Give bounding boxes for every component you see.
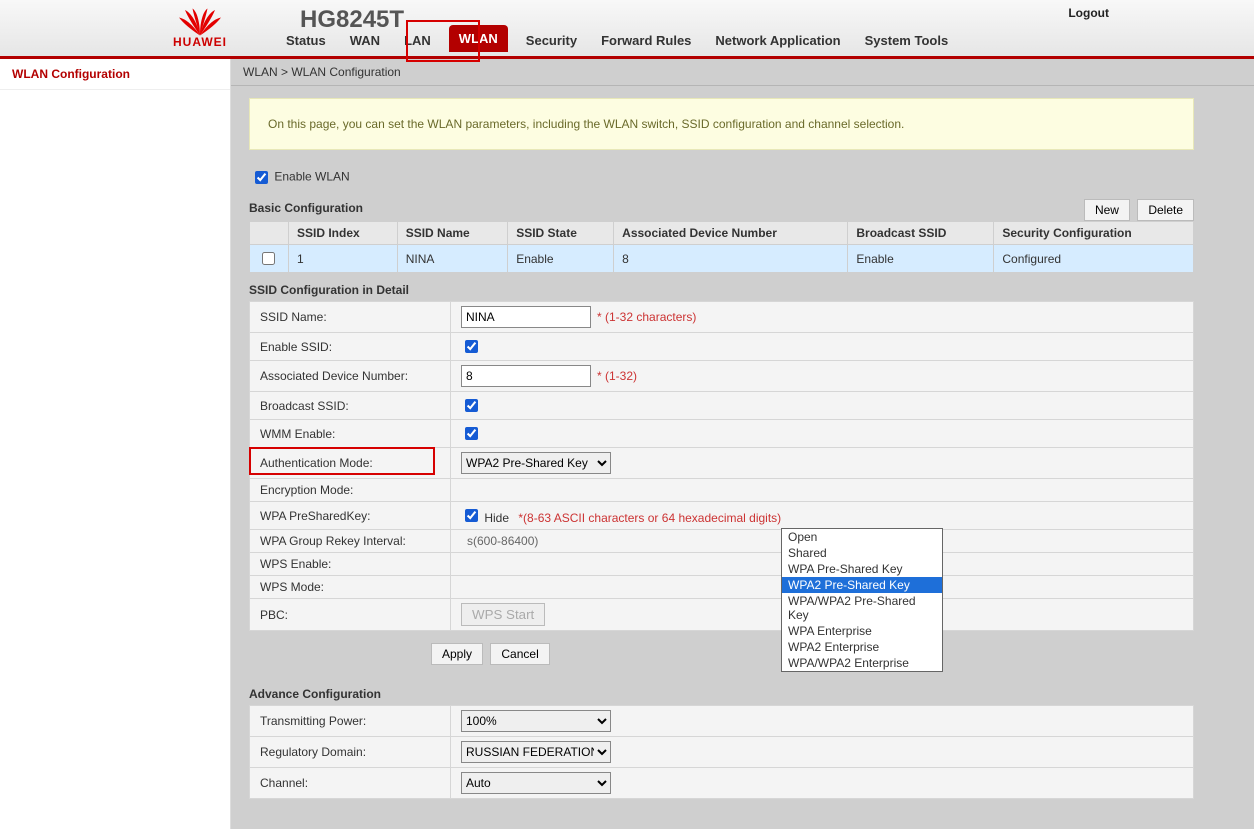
nav-wan[interactable]: WAN: [344, 29, 386, 52]
cell-idx: 1: [289, 245, 398, 273]
tx-label: Transmitting Power:: [250, 706, 451, 737]
new-button[interactable]: New: [1084, 199, 1130, 221]
col-ssid-index: SSID Index: [289, 222, 398, 245]
col-select: [250, 222, 289, 245]
wps-mode-label: WPS Mode:: [250, 576, 451, 599]
wps-enable-label: WPS Enable:: [250, 553, 451, 576]
adv-form: Transmitting Power: 100% Regulatory Doma…: [249, 705, 1194, 799]
assoc-hint: * (1-32): [597, 369, 637, 383]
auth-label: Authentication Mode:: [250, 448, 451, 479]
rekey-label: WPA Group Rekey Interval:: [250, 530, 451, 553]
adv-title: Advance Configuration: [249, 687, 1194, 701]
psk-hint: *(8-63 ASCII characters or 64 hexadecima…: [518, 511, 781, 525]
col-ssid-state: SSID State: [508, 222, 614, 245]
enable-ssid-checkbox[interactable]: [465, 340, 478, 353]
cell-assoc: 8: [614, 245, 848, 273]
main-nav: Status WAN LAN WLAN Security Forward Rul…: [280, 25, 954, 52]
brand-text: HUAWEI: [173, 35, 227, 49]
cell-name: NINA: [397, 245, 508, 273]
wps-start-button: WPS Start: [461, 603, 545, 626]
col-ssid-name: SSID Name: [397, 222, 508, 245]
tx-select[interactable]: 100%: [461, 710, 611, 732]
page-note: On this page, you can set the WLAN param…: [249, 98, 1194, 150]
auth-option-wpa-wpa2-ent[interactable]: WPA/WPA2 Enterprise: [782, 655, 942, 671]
pbc-label: PBC:: [250, 599, 451, 631]
nav-system-tools[interactable]: System Tools: [859, 29, 955, 52]
nav-security[interactable]: Security: [520, 29, 583, 52]
auth-option-wpa2-ent[interactable]: WPA2 Enterprise: [782, 639, 942, 655]
cell-state: Enable: [508, 245, 614, 273]
auth-option-wpa-psk[interactable]: WPA Pre-Shared Key: [782, 561, 942, 577]
sidebar-item-wlan-config[interactable]: WLAN Configuration: [0, 59, 230, 90]
ch-label: Channel:: [250, 768, 451, 799]
enc-label: Encryption Mode:: [250, 479, 451, 502]
delete-button[interactable]: Delete: [1137, 199, 1194, 221]
nav-status[interactable]: Status: [280, 29, 332, 52]
nav-lan[interactable]: LAN: [398, 29, 437, 52]
logout-link[interactable]: Logout: [1068, 6, 1109, 20]
cancel-button[interactable]: Cancel: [490, 643, 549, 665]
auth-option-open[interactable]: Open: [782, 529, 942, 545]
wmm-label: WMM Enable:: [250, 420, 451, 448]
detail-title: SSID Configuration in Detail: [249, 283, 1194, 297]
detail-form: SSID Name: * (1-32 characters) Enable SS…: [249, 301, 1194, 631]
ssid-name-hint: * (1-32 characters): [597, 310, 696, 324]
ssid-table: SSID Index SSID Name SSID State Associat…: [249, 221, 1194, 273]
table-row[interactable]: 1 NINA Enable 8 Enable Configured: [250, 245, 1194, 273]
psk-label: WPA PreSharedKey:: [250, 502, 451, 530]
nav-network-application[interactable]: Network Application: [709, 29, 846, 52]
basic-config-title: Basic Configuration: [249, 201, 1194, 215]
auth-option-shared[interactable]: Shared: [782, 545, 942, 561]
col-assoc-num: Associated Device Number: [614, 222, 848, 245]
enable-wlan-checkbox[interactable]: [255, 171, 268, 184]
bcast-checkbox[interactable]: [465, 399, 478, 412]
brand-logo: HUAWEI: [150, 0, 250, 56]
assoc-input[interactable]: [461, 365, 591, 387]
breadcrumb: WLAN > WLAN Configuration: [231, 59, 1254, 86]
auth-option-wpa2-psk[interactable]: WPA2 Pre-Shared Key: [782, 577, 942, 593]
ssid-name-label: SSID Name:: [250, 302, 451, 333]
sidebar: WLAN Configuration: [0, 59, 231, 829]
rekey-hint: s(600-86400): [467, 534, 538, 548]
wmm-checkbox[interactable]: [465, 427, 478, 440]
col-sec: Security Configuration: [994, 222, 1194, 245]
reg-select[interactable]: RUSSIAN FEDERATION: [461, 741, 611, 763]
auth-option-wpa-ent[interactable]: WPA Enterprise: [782, 623, 942, 639]
enable-wlan-label: Enable WLAN: [274, 170, 349, 184]
nav-wlan[interactable]: WLAN: [449, 25, 508, 52]
assoc-label: Associated Device Number:: [250, 361, 451, 392]
cell-sec: Configured: [994, 245, 1194, 273]
auth-mode-select[interactable]: WPA2 Pre-Shared Key: [461, 452, 611, 474]
auth-option-wpa-wpa2-psk[interactable]: WPA/WPA2 Pre-Shared Key: [782, 593, 942, 623]
nav-forward-rules[interactable]: Forward Rules: [595, 29, 697, 52]
psk-hide-checkbox[interactable]: [465, 509, 478, 522]
ssid-name-input[interactable]: [461, 306, 591, 328]
cell-bcast: Enable: [848, 245, 994, 273]
auth-mode-dropdown[interactable]: Open Shared WPA Pre-Shared Key WPA2 Pre-…: [781, 528, 943, 672]
reg-label: Regulatory Domain:: [250, 737, 451, 768]
row-select-checkbox[interactable]: [262, 252, 275, 265]
enable-ssid-label: Enable SSID:: [250, 333, 451, 361]
apply-button[interactable]: Apply: [431, 643, 483, 665]
bcast-label: Broadcast SSID:: [250, 392, 451, 420]
ch-select[interactable]: Auto: [461, 772, 611, 794]
psk-hide-label: Hide: [484, 511, 509, 525]
huawei-icon: [176, 7, 224, 37]
col-bcast: Broadcast SSID: [848, 222, 994, 245]
